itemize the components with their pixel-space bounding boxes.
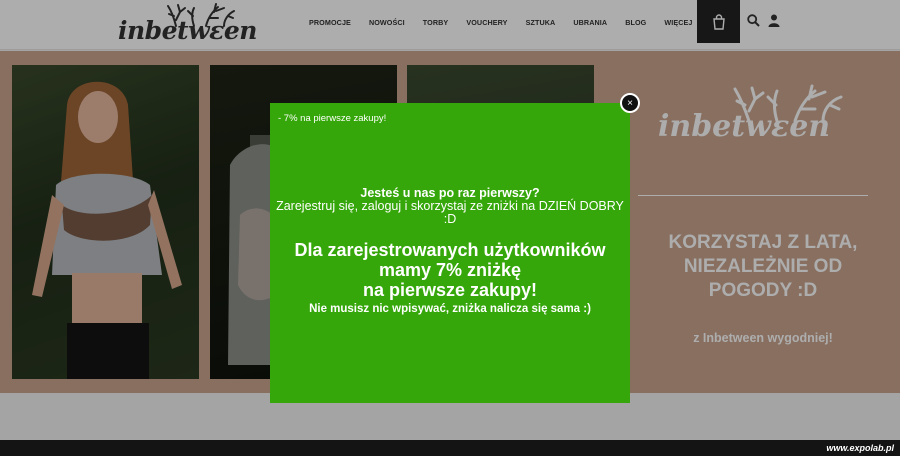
- close-popup-button[interactable]: ×: [620, 93, 640, 113]
- popup-instructions: Zarejestruj się, zaloguj i skorzystaj ze…: [276, 199, 624, 226]
- discount-popup: - 7% na pierwsze zakupy! Jesteś u nas po…: [270, 103, 630, 403]
- popup-offer-2: mamy 7% zniżkę: [378, 260, 522, 280]
- popup-note: Nie musisz nic wpisywać, zniżka nalicza …: [309, 303, 591, 315]
- popup-offer-1: Dla zarejestrowanych użytkowników: [294, 240, 606, 260]
- popup-title: - 7% na pierwsze zakupy!: [278, 113, 387, 124]
- popup-body: Jesteś u nas po raz pierwszy? Zarejestru…: [270, 187, 630, 316]
- watermark: www.expolab.pl: [826, 443, 894, 453]
- popup-offer-3: na pierwsze zakupy!: [362, 280, 538, 300]
